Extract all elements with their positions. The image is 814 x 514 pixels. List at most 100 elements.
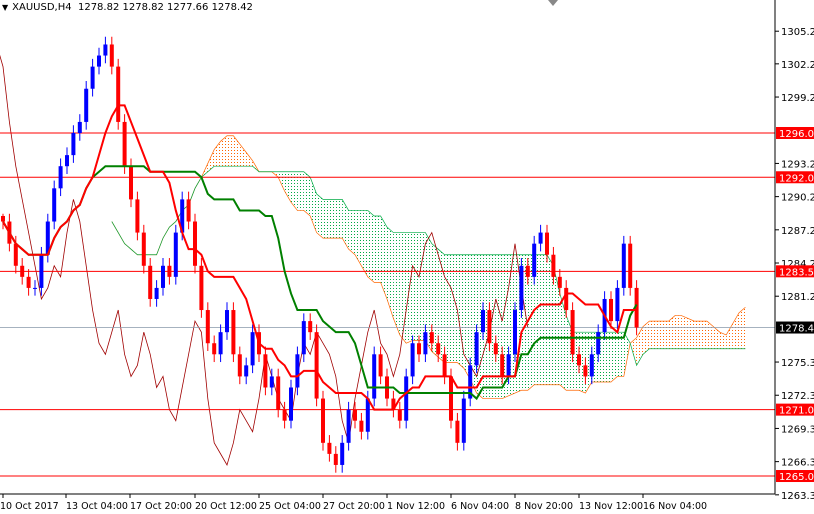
cloud-segment [374,215,381,283]
candle-body [519,265,524,311]
x-tick-label: 10 Oct 2017 [0,501,59,512]
candle-body [301,321,306,355]
x-tick-label: 17 Oct 20:00 [130,501,192,512]
candle-body [33,287,37,289]
candle-body [365,398,370,432]
x-tick-label: 13 Oct 04:00 [66,501,128,512]
candle-body [417,343,421,355]
candle-body [39,254,44,288]
candle-body [1,215,5,222]
cloud-segment [227,135,234,167]
candle-body [397,409,402,421]
candle-body [474,332,479,366]
cloud-segment [700,321,707,349]
candle-body [116,66,121,122]
candle-body [583,365,588,377]
candle-body [404,376,409,421]
candle-body [340,442,345,465]
level-price-tag: 1296.00 [779,129,814,140]
candle-body [589,354,594,377]
candle-body [141,232,146,266]
candle-body [244,365,249,377]
candle-body [609,298,613,322]
candle-body [205,310,210,344]
x-tick-label: 8 Nov 20:00 [515,501,573,512]
y-tick-label: 1266.30 [781,458,814,469]
y-tick-label: 1269.30 [781,424,814,435]
candle-body [167,265,172,277]
candle-body [71,133,76,156]
candle-body [231,310,236,355]
candle-body [193,221,197,266]
cloud-segment [316,193,323,239]
candle-body [538,232,543,244]
candle-body [314,332,319,399]
x-tick-label: 27 Oct 20:00 [323,501,385,512]
candle-body [570,310,575,355]
candle-body [461,398,466,443]
candle-body [436,343,441,355]
cloud-segment [399,232,407,344]
candle-body [551,254,556,277]
candle-body [225,310,229,333]
cloud-segment [387,227,394,319]
y-tick-label: 1293.25 [781,159,814,170]
level-price-tag: 1283.50 [779,267,814,278]
y-tick-label: 1299.25 [781,93,814,104]
candle-body [577,354,581,366]
y-tick-label: 1272.30 [781,391,814,402]
x-tick-label: 6 Nov 04:00 [451,501,509,512]
candle-body [442,354,447,377]
candle-body [289,387,293,421]
candle-body [449,376,453,421]
cloud-segment [681,315,688,349]
candle-body [237,354,242,377]
cloud-segment [329,199,336,239]
y-tick-label: 1263.30 [781,491,814,502]
candle-body [122,121,127,167]
candle-body [154,287,159,299]
price-chart[interactable]: 1305.20 1302.25 1299.25 1293.25 1290.25 1287.… [0,0,814,514]
candle-body [532,243,537,277]
candle-body [282,409,287,421]
candle-body [321,398,325,443]
candle-body [161,265,165,288]
cloud-segment [342,199,349,250]
candle-body [20,265,25,277]
candle-body [65,155,69,167]
candle-body [77,121,82,133]
candle-body [26,276,31,288]
dropdown-triangle-icon[interactable]: ▼ [2,3,8,12]
candle-body [615,287,620,322]
cloud-segment [707,321,714,349]
candle-body [199,265,204,311]
candle-body [52,188,57,222]
cloud-segment [239,144,247,167]
cloud-segment [303,171,311,216]
candle-body [596,332,601,355]
candle-body [557,276,562,288]
cloud-segment [687,318,695,349]
candle-body [500,354,505,377]
candle-body [109,44,114,67]
candle-body [129,166,133,200]
level-price-tag: 1292.00 [779,173,814,184]
ohlc-label: 1278.82 1278.82 1277.66 1278.42 [77,2,253,13]
candle-body [308,321,313,333]
candle-body [13,243,18,266]
candle-body [173,232,178,277]
cloud-segment [611,332,618,382]
candle-body [295,354,300,388]
cloud-segment [348,210,355,255]
chart-window[interactable]: 1305.20 1302.25 1299.25 1293.25 1290.25 1287.… [0,0,814,514]
candle-body [353,409,357,421]
candle-body [186,199,191,222]
level-price-tag: 1265.00 [779,472,814,483]
x-tick-label: 13 Nov 12:00 [579,501,643,512]
candle-body [269,376,274,388]
candle-body [493,343,498,355]
y-tick-label: 1305.20 [781,27,814,38]
cloud-segment [393,232,400,335]
cloud-segment [649,321,656,349]
cloud-segment [284,171,291,203]
